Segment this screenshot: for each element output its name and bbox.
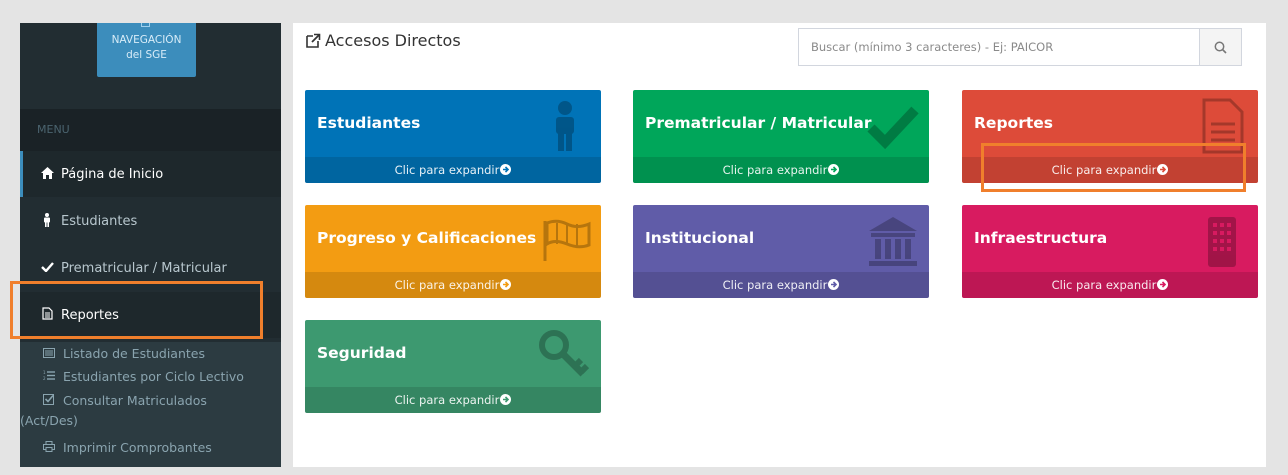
- search-button[interactable]: [1199, 29, 1241, 65]
- svg-text:2: 2: [43, 376, 46, 381]
- main-content: Accesos Directos Estudiantes Clic para e…: [293, 23, 1266, 467]
- key-icon: [539, 330, 590, 377]
- flag-icon: [543, 219, 591, 261]
- svg-text:1: 1: [43, 370, 46, 375]
- sidebar-item-label: Página de Inicio: [61, 166, 164, 182]
- check-square-icon: [42, 391, 56, 411]
- tile-footer-label: Clic para expandir: [394, 278, 500, 292]
- tile-footer[interactable]: Clic para expandir: [633, 157, 929, 183]
- student-icon: [39, 212, 55, 230]
- tile-footer-label: Clic para expandir: [722, 278, 828, 292]
- sidebar-item-label: Prematricular / Matricular: [61, 260, 227, 276]
- submenu-item-ciclo[interactable]: 12 Estudiantes por Ciclo Lectivo: [20, 367, 281, 387]
- list-ol-icon: 12: [42, 367, 56, 387]
- sidebar-item-estudiantes[interactable]: Estudiantes: [20, 198, 281, 244]
- sidebar-item-label: Estudiantes: [61, 213, 138, 229]
- tile-title: Progreso y Calificaciones: [317, 229, 537, 247]
- nav-icon: [141, 23, 150, 27]
- tile-footer[interactable]: Clic para expandir: [962, 157, 1258, 183]
- submenu-item-listado[interactable]: Listado de Estudiantes: [20, 344, 281, 364]
- menu-header: MENU: [20, 109, 281, 151]
- check-icon: [867, 106, 919, 150]
- submenu-item-label: Imprimir Comprobantes: [63, 440, 212, 455]
- submenu-item-consultar[interactable]: Consultar Matriculados: [20, 391, 281, 411]
- arrow-circle-right-icon: [500, 279, 512, 290]
- sidebar: NAVEGACIÓN del SGE MENU Página de Inicio…: [20, 23, 281, 467]
- tile-footer[interactable]: Clic para expandir: [633, 272, 929, 298]
- search-input[interactable]: [799, 29, 1199, 65]
- sidebar-item-label: Reportes: [61, 307, 119, 323]
- search-icon: [1214, 41, 1227, 54]
- file-text-icon: [39, 307, 55, 323]
- tile-seguridad[interactable]: Seguridad Clic para expandir: [305, 320, 601, 413]
- nav-sge-line2: del SGE: [126, 49, 167, 61]
- nav-sge-line1: NAVEGACIÓN: [111, 34, 182, 46]
- arrow-circle-right-icon: [828, 279, 840, 290]
- submenu-item-label: Listado de Estudiantes: [63, 346, 205, 361]
- tile-title: Institucional: [645, 229, 755, 247]
- nav-sge-button[interactable]: NAVEGACIÓN del SGE: [97, 23, 196, 77]
- external-link-icon: [306, 33, 321, 48]
- search-box: [798, 28, 1242, 66]
- arrow-circle-right-icon: [1157, 279, 1169, 290]
- tile-footer[interactable]: Clic para expandir: [305, 157, 601, 183]
- tile-title: Infraestructura: [974, 229, 1108, 247]
- sidebar-item-reportes[interactable]: Reportes: [20, 292, 281, 338]
- student-icon: [556, 101, 574, 151]
- arrow-circle-right-icon: [500, 394, 512, 405]
- tile-footer-label: Clic para expandir: [1051, 278, 1157, 292]
- tile-footer-label: Clic para expandir: [722, 163, 828, 177]
- submenu-item-consultar-suffix: (Act/Des): [20, 411, 281, 431]
- arrow-circle-right-icon: [500, 164, 512, 175]
- tile-footer-label: Clic para expandir: [394, 163, 500, 177]
- institution-icon: [869, 217, 917, 266]
- sidebar-item-prematricular[interactable]: Prematricular / Matricular: [20, 245, 281, 291]
- home-icon: [39, 166, 55, 182]
- page-title-text: Accesos Directos: [325, 31, 461, 50]
- arrow-circle-right-icon: [1157, 164, 1169, 175]
- tile-footer-label: Clic para expandir: [1051, 163, 1157, 177]
- submenu-item-label-2: (Act/Des): [20, 413, 78, 428]
- submenu-item-label: Estudiantes por Ciclo Lectivo: [63, 369, 244, 384]
- reportes-submenu: Listado de Estudiantes 12 Estudiantes po…: [20, 342, 281, 467]
- file-text-icon: [1202, 98, 1244, 154]
- tile-estudiantes[interactable]: Estudiantes Clic para expandir: [305, 90, 601, 183]
- check-icon: [39, 261, 55, 275]
- print-icon: [42, 438, 56, 458]
- tile-institucional[interactable]: Institucional Clic para expandir: [633, 205, 929, 298]
- tile-title: Estudiantes: [317, 114, 421, 132]
- tile-progreso[interactable]: Progreso y Calificaciones Clic para expa…: [305, 205, 601, 298]
- submenu-item-label: Consultar Matriculados: [63, 393, 207, 408]
- tile-footer-label: Clic para expandir: [394, 393, 500, 407]
- tile-infraestructura[interactable]: Infraestructura Clic para expandir: [962, 205, 1258, 298]
- tile-footer[interactable]: Clic para expandir: [962, 272, 1258, 298]
- tile-prematricular[interactable]: Prematricular / Matricular Clic para exp…: [633, 90, 929, 183]
- sidebar-item-inicio[interactable]: Página de Inicio: [20, 151, 281, 197]
- building-icon: [1208, 217, 1236, 267]
- tile-title: Prematricular / Matricular: [645, 114, 872, 132]
- tile-title: Reportes: [974, 114, 1053, 132]
- page-title: Accesos Directos: [305, 31, 461, 50]
- tile-title: Seguridad: [317, 344, 407, 362]
- tile-footer[interactable]: Clic para expandir: [305, 387, 601, 413]
- arrow-circle-right-icon: [828, 164, 840, 175]
- submenu-item-imprimir[interactable]: Imprimir Comprobantes: [20, 438, 281, 458]
- tile-footer[interactable]: Clic para expandir: [305, 272, 601, 298]
- tile-reportes[interactable]: Reportes Clic para expandir: [962, 90, 1258, 183]
- list-alt-icon: [42, 344, 56, 364]
